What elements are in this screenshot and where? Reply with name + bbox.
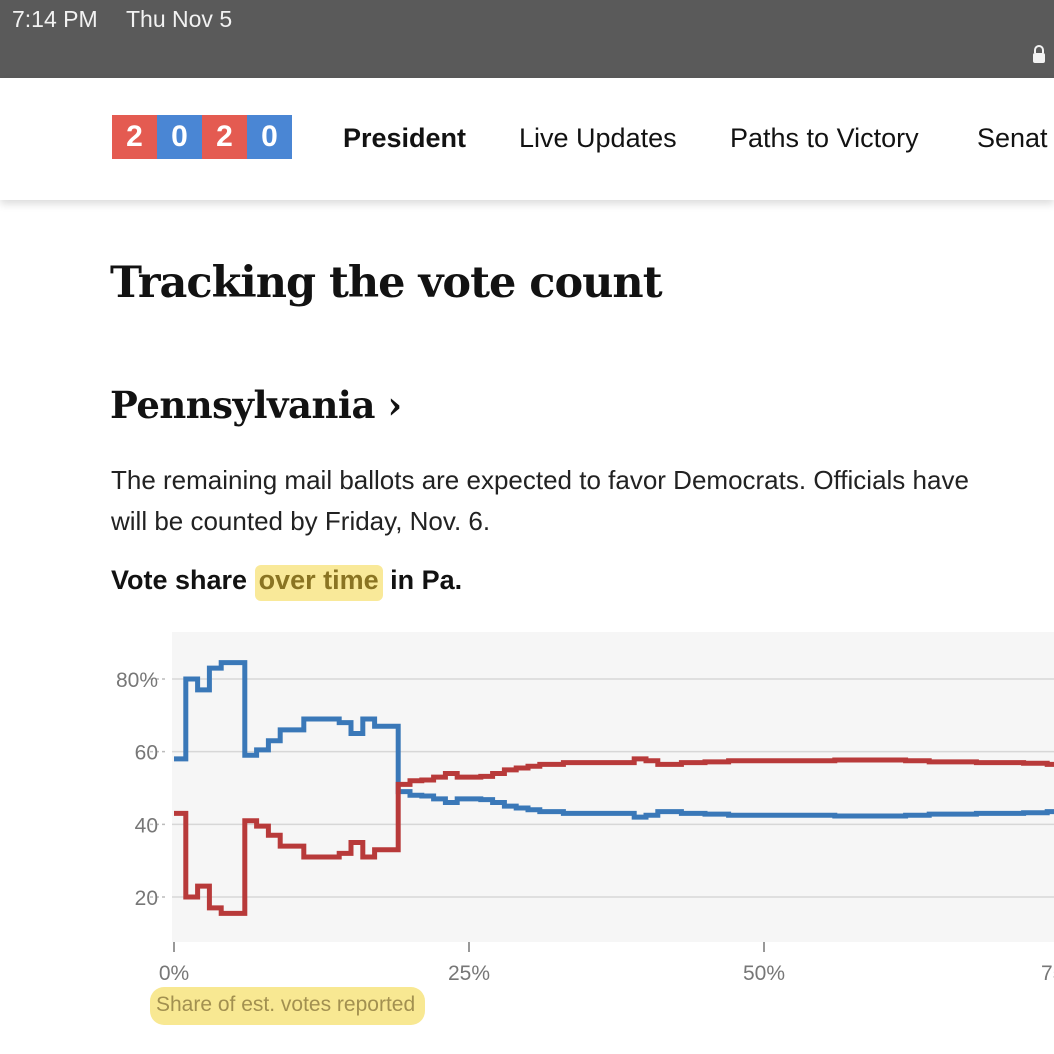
nav-paths-to-victory[interactable]: Paths to Victory — [730, 123, 919, 154]
description-line-2: will be counted by Friday, Nov. 6. — [111, 506, 491, 536]
status-time: 7:14 PM — [12, 6, 98, 32]
page-title: Tracking the vote count — [110, 258, 663, 308]
status-date: Thu Nov 5 — [126, 6, 233, 32]
nav-president[interactable]: President — [343, 123, 466, 154]
nav-live-updates[interactable]: Live Updates — [519, 123, 677, 154]
y-tick-label: 60 — [135, 742, 158, 765]
vote-share-chart: 80% 60 40 20 0% 25% 50% 75 — [116, 632, 1054, 985]
chart-heading: Vote share over time in Pa. — [111, 565, 463, 601]
logo-digit: 0 — [157, 115, 202, 159]
chart-heading-post: in Pa. — [382, 565, 463, 595]
y-tick-label: 80% — [116, 669, 158, 692]
election-nav-bar: 2020 President Live Updates Paths to Vic… — [0, 78, 1054, 200]
description-line-1: The remaining mail ballots are expected … — [111, 465, 969, 495]
nav-senate[interactable]: Senat — [977, 123, 1048, 154]
election-2020-logo[interactable]: 2020 — [112, 115, 292, 159]
y-tick-label: 40 — [135, 814, 158, 837]
logo-digit: 2 — [112, 115, 157, 159]
chart-heading-highlight: over time — [254, 565, 383, 601]
x-tick-label: 75 — [1041, 962, 1054, 985]
chart-heading-pre: Vote share — [111, 565, 255, 595]
x-axis-title: Share of est. votes reported — [150, 987, 426, 1025]
logo-digit: 0 — [247, 115, 292, 159]
status-bar: 7:14 PM Thu Nov 5 — [0, 0, 1054, 78]
logo-digit: 2 — [202, 115, 247, 159]
lock-icon — [1033, 45, 1045, 63]
pennsylvania-link[interactable]: Pennsylvania › — [110, 383, 402, 427]
y-tick-label: 20 — [135, 887, 158, 910]
x-tick-label: 50% — [743, 962, 785, 985]
x-tick-label: 0% — [159, 962, 189, 985]
x-tick-label: 25% — [448, 962, 490, 985]
state-description: The remaining mail ballots are expected … — [111, 460, 1054, 542]
